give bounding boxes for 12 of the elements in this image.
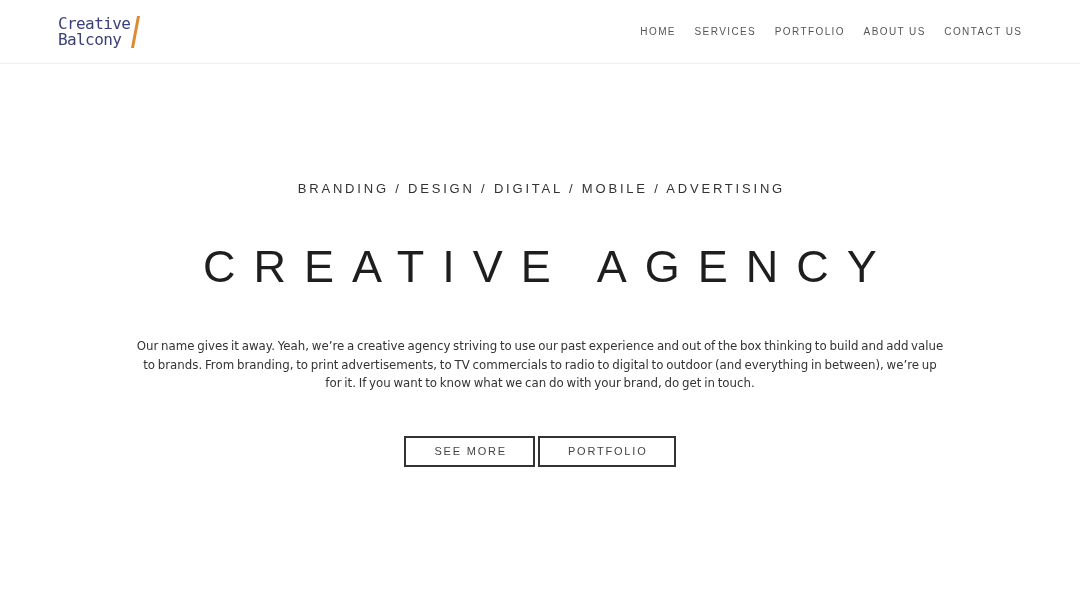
nav-link[interactable]: ABOUT US — [863, 26, 926, 37]
tagline: BRANDING / DESIGN / DIGITAL / MOBILE / ADVERTISING — [297, 180, 785, 198]
outline-button[interactable]: PORTFOLIO — [537, 435, 676, 467]
nav-link[interactable]: SERVICES — [694, 26, 757, 37]
nav-link[interactable]: PORTFOLIO — [774, 26, 845, 37]
outline-button[interactable]: SEE MORE — [404, 435, 535, 467]
nav-link[interactable]: HOME — [640, 26, 676, 37]
description-paragraph: Our name gives it away. Yeah, we’re a creative agency striving to use our past experience and out of the box thinking to build and add value to brands. From branding, to print advertisements, to TV commercials to radio to digital to outdoor (and everything in between), we’re up for it. If you want to know what we can do with your brand, do get in touch. — [135, 338, 945, 392]
hero-title: CREATIVE AGENCY — [203, 240, 895, 294]
slash-icon — [131, 15, 141, 48]
nav-link[interactable]: CONTACT US — [944, 26, 1023, 37]
logo-text[interactable]: Creative Balcony — [58, 15, 131, 48]
